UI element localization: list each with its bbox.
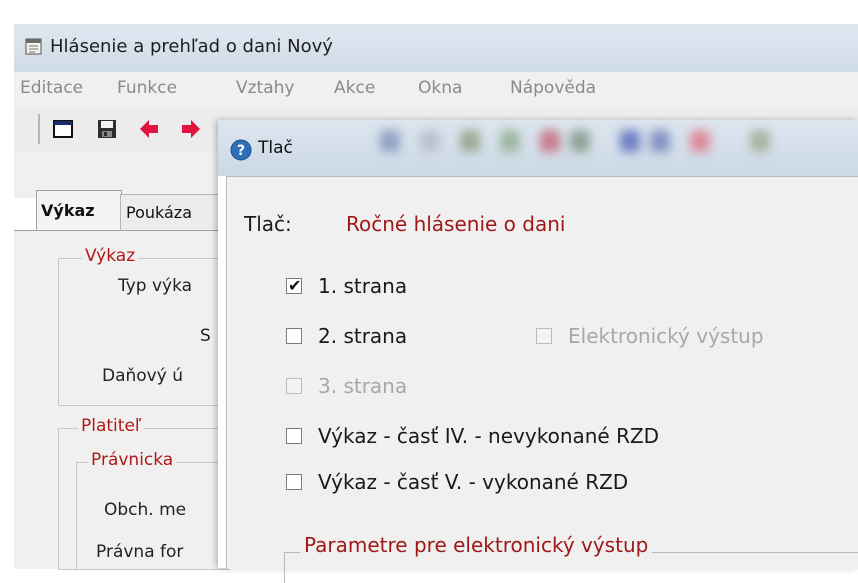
group-pravnicka-legend: Právnicka bbox=[88, 450, 177, 470]
field-label-danovy-urad: Daňový ú bbox=[102, 366, 183, 386]
menu-vztahy[interactable]: Vztahy bbox=[236, 78, 294, 98]
checkbox-vykaz-cast-v-label: Výkaz - časť V. - vykonané RZD bbox=[318, 470, 629, 494]
window-title: Hlásenie a prehľad o dani Nový bbox=[50, 36, 333, 57]
checkbox-page-3-box bbox=[286, 378, 302, 394]
checkbox-page-3: 3. strana bbox=[286, 374, 486, 400]
checkbox-page-2-label: 2. strana bbox=[318, 324, 408, 348]
checkbox-electronic-output: Elektronický výstup bbox=[536, 324, 836, 350]
electronic-params-legend: Parametre pre elektronický výstup bbox=[300, 533, 653, 557]
checkbox-page-1-label: 1. strana bbox=[318, 274, 408, 298]
menu-editace[interactable]: Editace bbox=[20, 78, 83, 98]
print-label: Tlač: bbox=[244, 212, 292, 236]
print-report-name: Ročné hlásenie o dani bbox=[346, 212, 566, 236]
menu-napoveda[interactable]: Nápověda bbox=[510, 78, 596, 98]
document-calendar-icon bbox=[25, 38, 42, 55]
checkmark-icon: ✔ bbox=[288, 276, 302, 295]
svg-text:?: ? bbox=[237, 143, 245, 159]
print-dialog-title: Tlač bbox=[258, 138, 293, 158]
checkbox-vykaz-cast-iv-box[interactable] bbox=[286, 428, 302, 444]
checkbox-electronic-output-box bbox=[536, 328, 552, 344]
field-label-pravna-forma: Právna for bbox=[96, 542, 184, 562]
menu-okna[interactable]: Okna bbox=[418, 78, 462, 98]
checkbox-page-2-box[interactable] bbox=[286, 328, 302, 344]
toolbar-grip[interactable] bbox=[38, 114, 40, 144]
field-label-s: S bbox=[200, 326, 211, 346]
checkbox-electronic-output-label: Elektronický výstup bbox=[568, 324, 764, 348]
checkbox-page-1[interactable]: ✔ 1. strana bbox=[286, 274, 486, 300]
group-vykaz-legend: Výkaz bbox=[82, 246, 139, 266]
tab-vykaz[interactable]: Výkaz bbox=[36, 190, 122, 231]
menu-akce[interactable]: Akce bbox=[334, 78, 375, 98]
arrow-left-icon[interactable] bbox=[138, 118, 160, 140]
help-question-icon: ? bbox=[230, 139, 252, 161]
blurred-toolbar-background bbox=[320, 124, 858, 162]
field-label-typ-vykazu: Typ výka bbox=[118, 276, 193, 296]
tab-poukazanie[interactable]: Poukáza bbox=[120, 194, 232, 231]
checkbox-vykaz-cast-iv-label: Výkaz - časť IV. - nevykonané RZD bbox=[318, 424, 660, 448]
checkbox-vykaz-cast-iv[interactable]: Výkaz - časť IV. - nevykonané RZD bbox=[286, 424, 786, 450]
menu-funkce[interactable]: Funkce bbox=[117, 78, 177, 98]
checkbox-vykaz-cast-v[interactable]: Výkaz - časť V. - vykonané RZD bbox=[286, 470, 786, 496]
tab-vykaz-label: Výkaz bbox=[41, 201, 95, 220]
save-icon[interactable] bbox=[96, 118, 118, 140]
arrow-right-icon[interactable] bbox=[180, 118, 202, 140]
window-icon[interactable] bbox=[52, 118, 74, 140]
checkbox-page-1-box[interactable]: ✔ bbox=[286, 276, 302, 295]
tab-poukazanie-label: Poukáza bbox=[126, 203, 192, 222]
field-label-obch-meno: Obch. me bbox=[104, 500, 187, 520]
checkbox-page-2[interactable]: 2. strana bbox=[286, 324, 486, 350]
checkbox-page-3-label: 3. strana bbox=[318, 374, 408, 398]
checkbox-vykaz-cast-v-box[interactable] bbox=[286, 474, 302, 490]
group-platitel-legend: Platiteľ bbox=[78, 416, 145, 436]
